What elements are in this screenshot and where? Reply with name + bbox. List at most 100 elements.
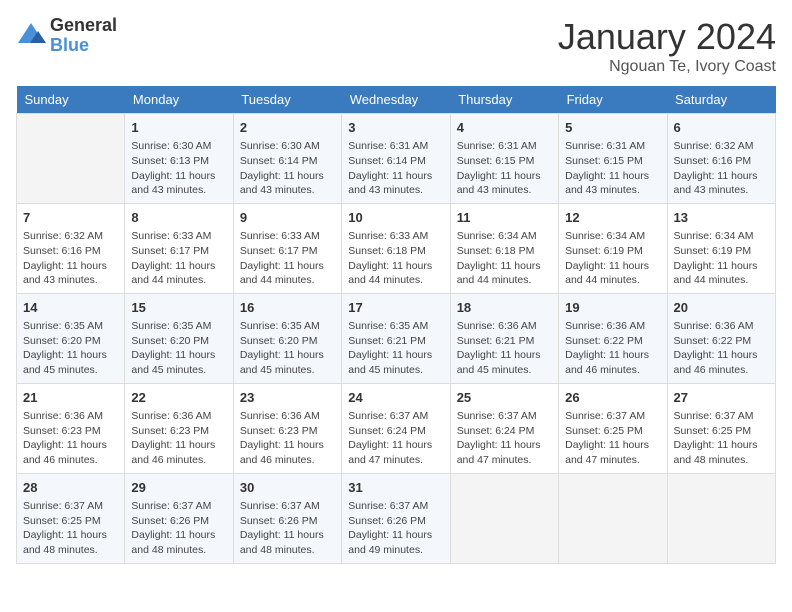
day-info: Sunrise: 6:36 AMSunset: 6:22 PMDaylight:…	[674, 319, 769, 378]
day-info: Sunrise: 6:36 AMSunset: 6:21 PMDaylight:…	[457, 319, 552, 378]
day-info: Sunrise: 6:36 AMSunset: 6:22 PMDaylight:…	[565, 319, 660, 378]
day-number: 10	[348, 209, 443, 227]
calendar-cell: 20 Sunrise: 6:36 AMSunset: 6:22 PMDayligh…	[667, 293, 775, 383]
calendar-cell: 14Sunrise: 6:35 AMSunset: 6:20 PMDayligh…	[17, 293, 125, 383]
page-header: General Blue January 2024 Ngouan Te, Ivo…	[16, 16, 776, 76]
calendar-cell: 26 Sunrise: 6:37 AMSunset: 6:25 PMDayligh…	[559, 383, 667, 473]
day-number: 31	[348, 479, 443, 497]
day-number: 25	[457, 389, 552, 407]
calendar-week-row: 21Sunrise: 6:36 AMSunset: 6:23 PMDayligh…	[17, 383, 776, 473]
day-number: 15	[131, 299, 226, 317]
day-info: Sunrise: 6:31 AMSunset: 6:15 PMDaylight:…	[565, 139, 660, 198]
day-info: Sunrise: 6:35 AMSunset: 6:20 PMDaylight:…	[240, 319, 335, 378]
calendar-cell: 22 Sunrise: 6:36 AMSunset: 6:23 PMDayligh…	[125, 383, 233, 473]
day-number: 26	[565, 389, 660, 407]
day-info: Sunrise: 6:33 AMSunset: 6:17 PMDaylight:…	[131, 229, 226, 288]
day-info: Sunrise: 6:33 AMSunset: 6:17 PMDaylight:…	[240, 229, 335, 288]
day-number: 17	[348, 299, 443, 317]
calendar-cell: 6 Sunrise: 6:32 AMSunset: 6:16 PMDaylight…	[667, 114, 775, 204]
day-number: 16	[240, 299, 335, 317]
logo: General Blue	[16, 16, 117, 56]
day-number: 12	[565, 209, 660, 227]
day-info: Sunrise: 6:32 AMSunset: 6:16 PMDaylight:…	[674, 139, 769, 198]
calendar-cell: 28 Sunrise: 6:37 AMSunset: 6:25 PMDayligh…	[17, 473, 125, 563]
day-info: Sunrise: 6:36 AMSunset: 6:23 PMDaylight:…	[240, 409, 335, 468]
day-number: 8	[131, 209, 226, 227]
calendar-cell: 16 Sunrise: 6:35 AMSunset: 6:20 PMDayligh…	[233, 293, 341, 383]
day-number: 19	[565, 299, 660, 317]
day-number: 29	[131, 479, 226, 497]
calendar-week-row: 28 Sunrise: 6:37 AMSunset: 6:25 PMDayligh…	[17, 473, 776, 563]
day-number: 4	[457, 119, 552, 137]
calendar-cell: 30Sunrise: 6:37 AMSunset: 6:26 PMDayligh…	[233, 473, 341, 563]
calendar-cell: 2Sunrise: 6:30 AMSunset: 6:14 PMDaylight…	[233, 114, 341, 204]
day-info: Sunrise: 6:30 AMSunset: 6:13 PMDaylight:…	[131, 139, 226, 198]
calendar-cell: 29 Sunrise: 6:37 AMSunset: 6:26 PMDayligh…	[125, 473, 233, 563]
day-header-friday: Friday	[559, 86, 667, 114]
day-number: 18	[457, 299, 552, 317]
calendar-cell: 15 Sunrise: 6:35 AMSunset: 6:20 PMDayligh…	[125, 293, 233, 383]
calendar-cell: 1Sunrise: 6:30 AMSunset: 6:13 PMDaylight…	[125, 114, 233, 204]
calendar-header-row: SundayMondayTuesdayWednesdayThursdayFrid…	[17, 86, 776, 114]
day-info: Sunrise: 6:37 AMSunset: 6:26 PMDaylight:…	[131, 499, 226, 558]
calendar-cell	[559, 473, 667, 563]
day-info: Sunrise: 6:34 AMSunset: 6:19 PMDaylight:…	[674, 229, 769, 288]
calendar-cell: 31Sunrise: 6:37 AMSunset: 6:26 PMDayligh…	[342, 473, 450, 563]
logo-blue-text: Blue	[50, 36, 117, 56]
day-info: Sunrise: 6:37 AMSunset: 6:25 PMDaylight:…	[674, 409, 769, 468]
day-info: Sunrise: 6:35 AMSunset: 6:20 PMDaylight:…	[131, 319, 226, 378]
day-header-wednesday: Wednesday	[342, 86, 450, 114]
day-number: 24	[348, 389, 443, 407]
location: Ngouan Te, Ivory Coast	[558, 58, 776, 76]
day-info: Sunrise: 6:34 AMSunset: 6:19 PMDaylight:…	[565, 229, 660, 288]
logo-text: General Blue	[50, 16, 117, 56]
day-number: 3	[348, 119, 443, 137]
calendar-cell: 4 Sunrise: 6:31 AMSunset: 6:15 PMDaylight…	[450, 114, 558, 204]
calendar-cell: 3 Sunrise: 6:31 AMSunset: 6:14 PMDaylight…	[342, 114, 450, 204]
day-info: Sunrise: 6:37 AMSunset: 6:24 PMDaylight:…	[348, 409, 443, 468]
calendar-cell: 23 Sunrise: 6:36 AMSunset: 6:23 PMDayligh…	[233, 383, 341, 473]
month-title: January 2024	[558, 16, 776, 58]
day-info: Sunrise: 6:35 AMSunset: 6:21 PMDaylight:…	[348, 319, 443, 378]
calendar-cell: 13 Sunrise: 6:34 AMSunset: 6:19 PMDayligh…	[667, 203, 775, 293]
day-number: 22	[131, 389, 226, 407]
day-number: 7	[23, 209, 118, 227]
day-info: Sunrise: 6:37 AMSunset: 6:25 PMDaylight:…	[23, 499, 118, 558]
day-header-saturday: Saturday	[667, 86, 775, 114]
day-number: 27	[674, 389, 769, 407]
day-number: 6	[674, 119, 769, 137]
calendar-week-row: 14Sunrise: 6:35 AMSunset: 6:20 PMDayligh…	[17, 293, 776, 383]
calendar-cell: 5Sunrise: 6:31 AMSunset: 6:15 PMDaylight…	[559, 114, 667, 204]
day-number: 9	[240, 209, 335, 227]
calendar-cell	[17, 114, 125, 204]
calendar-cell: 17 Sunrise: 6:35 AMSunset: 6:21 PMDayligh…	[342, 293, 450, 383]
day-info: Sunrise: 6:35 AMSunset: 6:20 PMDaylight:…	[23, 319, 118, 378]
logo-general-text: General	[50, 16, 117, 36]
calendar-table: SundayMondayTuesdayWednesdayThursdayFrid…	[16, 86, 776, 564]
calendar-cell: 21Sunrise: 6:36 AMSunset: 6:23 PMDayligh…	[17, 383, 125, 473]
day-number: 28	[23, 479, 118, 497]
day-header-thursday: Thursday	[450, 86, 558, 114]
day-header-sunday: Sunday	[17, 86, 125, 114]
day-number: 20	[674, 299, 769, 317]
day-info: Sunrise: 6:37 AMSunset: 6:26 PMDaylight:…	[240, 499, 335, 558]
calendar-cell: 27 Sunrise: 6:37 AMSunset: 6:25 PMDayligh…	[667, 383, 775, 473]
calendar-cell	[450, 473, 558, 563]
calendar-cell	[667, 473, 775, 563]
calendar-cell: 12 Sunrise: 6:34 AMSunset: 6:19 PMDayligh…	[559, 203, 667, 293]
logo-icon	[16, 21, 46, 51]
day-header-tuesday: Tuesday	[233, 86, 341, 114]
day-number: 23	[240, 389, 335, 407]
calendar-week-row: 7Sunrise: 6:32 AMSunset: 6:16 PMDaylight…	[17, 203, 776, 293]
day-number: 13	[674, 209, 769, 227]
day-info: Sunrise: 6:36 AMSunset: 6:23 PMDaylight:…	[131, 409, 226, 468]
day-info: Sunrise: 6:31 AMSunset: 6:14 PMDaylight:…	[348, 139, 443, 198]
day-info: Sunrise: 6:37 AMSunset: 6:24 PMDaylight:…	[457, 409, 552, 468]
calendar-cell: 25 Sunrise: 6:37 AMSunset: 6:24 PMDayligh…	[450, 383, 558, 473]
calendar-cell: 7Sunrise: 6:32 AMSunset: 6:16 PMDaylight…	[17, 203, 125, 293]
day-number: 2	[240, 119, 335, 137]
day-info: Sunrise: 6:31 AMSunset: 6:15 PMDaylight:…	[457, 139, 552, 198]
day-info: Sunrise: 6:37 AMSunset: 6:25 PMDaylight:…	[565, 409, 660, 468]
calendar-cell: 24 Sunrise: 6:37 AMSunset: 6:24 PMDayligh…	[342, 383, 450, 473]
day-info: Sunrise: 6:36 AMSunset: 6:23 PMDaylight:…	[23, 409, 118, 468]
